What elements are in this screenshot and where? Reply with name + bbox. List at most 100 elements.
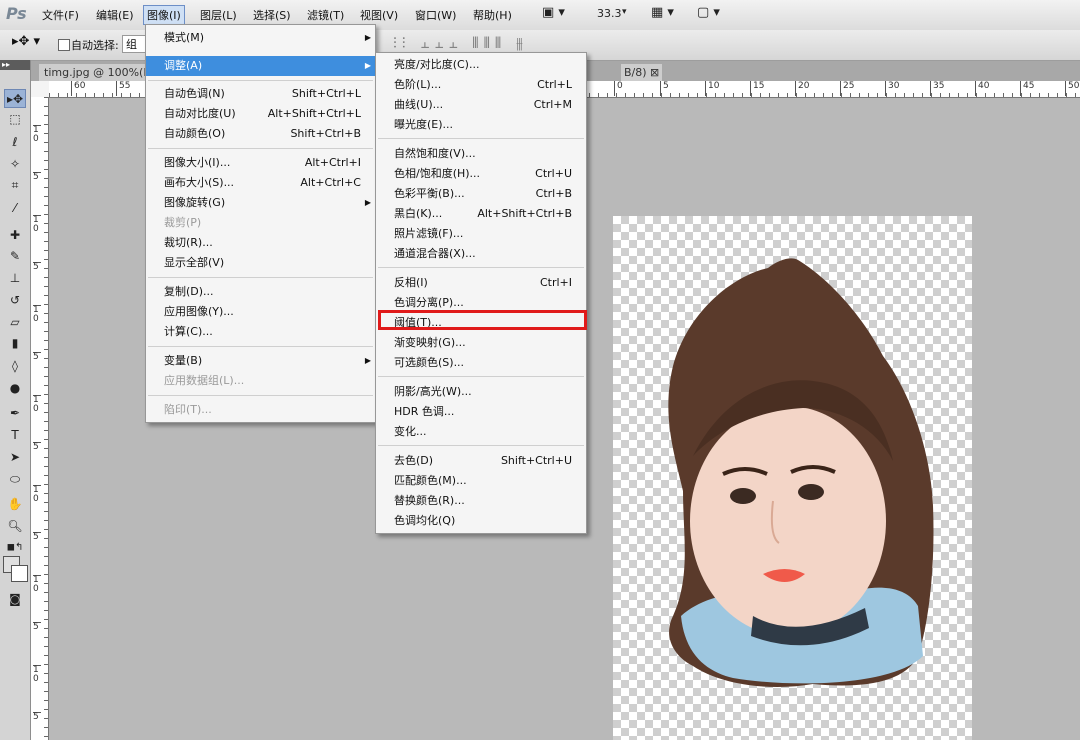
document-tab-tail[interactable]: B/8) ⊠ xyxy=(621,64,663,81)
menu-item-shortcut: Ctrl+I xyxy=(539,276,572,289)
history-brush-icon[interactable]: ↺ xyxy=(4,291,26,310)
vertical-ruler[interactable]: 1 0 5 1 0 5 1 0 5 1 0 5 1 0 5 1 0 5 1 0 … xyxy=(31,97,49,740)
document-canvas[interactable] xyxy=(613,216,972,740)
arrange-icon[interactable]: ▦ ▾ xyxy=(651,5,674,20)
align-distribute-icons[interactable]: ⫶⫶ ⫠⫠⫠ ⫴⫴⫴ ⫵ xyxy=(393,34,528,52)
swap-colors-icon[interactable]: ◼↰ xyxy=(4,538,26,557)
menu-item-shortcut: Shift+Ctrl+U xyxy=(500,454,572,467)
menu-item-photo-filter[interactable]: 照片滤镜(F)... xyxy=(376,224,586,244)
menu-layer[interactable]: 图层(L) xyxy=(198,7,239,23)
quick-mask-icon[interactable]: ◙ xyxy=(4,590,26,609)
type-tool-icon[interactable]: T xyxy=(4,426,26,445)
menu-item-mode[interactable]: 模式(M) ▶ xyxy=(146,28,375,48)
menu-item-replace-color[interactable]: 替换颜色(R)... xyxy=(376,491,586,511)
ruler-tick: 1 0 xyxy=(33,305,41,324)
eraser-tool-icon[interactable]: ▱ xyxy=(4,313,26,332)
document-tab[interactable]: timg.jpg @ 100%(R xyxy=(39,64,156,81)
menu-item-black-white[interactable]: 黑白(K)... Alt+Shift+Ctrl+B xyxy=(376,204,586,224)
menu-item-exposure[interactable]: 曝光度(E)... xyxy=(376,115,586,135)
healing-brush-icon[interactable]: ✚ xyxy=(4,226,26,245)
menu-item-vibrance[interactable]: 自然饱和度(V)... xyxy=(376,144,586,164)
background-color-swatch[interactable] xyxy=(11,565,28,582)
menu-item-auto-tone[interactable]: 自动色调(N) Shift+Ctrl+L xyxy=(146,84,375,104)
dodge-tool-icon[interactable]: ● xyxy=(4,379,26,398)
menu-item-auto-contrast[interactable]: 自动对比度(U) Alt+Shift+Ctrl+L xyxy=(146,104,375,124)
menu-item-match-color[interactable]: 匹配颜色(M)... xyxy=(376,471,586,491)
menu-item-label: 调整(A) xyxy=(164,59,203,72)
submenu-arrow-icon: ▶ xyxy=(364,198,371,207)
ruler-tick: 25 xyxy=(840,81,854,96)
menu-item-selective-color[interactable]: 可选颜色(S)... xyxy=(376,353,586,373)
ruler-tick: 0 xyxy=(614,81,623,96)
auto-select-checkbox[interactable] xyxy=(58,39,70,51)
menu-item-calculations[interactable]: 计算(C)... xyxy=(146,322,375,342)
gradient-tool-icon[interactable]: ▮ xyxy=(4,334,26,353)
menu-item-hue-saturation[interactable]: 色相/饱和度(H)... Ctrl+U xyxy=(376,164,586,184)
menu-view[interactable]: 视图(V) xyxy=(358,7,400,23)
zoom-value[interactable]: 33.3 xyxy=(597,7,622,20)
menu-item-threshold[interactable]: 阈值(T)... xyxy=(376,313,586,333)
crop-tool-icon[interactable]: ⌗ xyxy=(4,176,26,195)
ruler-tick: 5 xyxy=(33,532,41,542)
menu-item-label: 反相(I) xyxy=(394,276,428,289)
eyedropper-icon[interactable]: ⁄ xyxy=(4,199,26,218)
ruler-origin[interactable] xyxy=(31,81,50,98)
menu-item-label: 自动颜色(O) xyxy=(164,127,226,140)
menu-item-variations[interactable]: 变化... xyxy=(376,422,586,442)
menu-item-auto-color[interactable]: 自动颜色(O) Shift+Ctrl+B xyxy=(146,124,375,144)
document-tab-mode: B/8) xyxy=(624,66,647,79)
shape-tool-icon[interactable]: ⬭ xyxy=(4,470,26,489)
screen-mode-icon[interactable]: ▣ ▾ xyxy=(542,5,565,20)
lasso-tool-icon[interactable]: ℓ xyxy=(4,133,26,152)
menu-item-desaturate[interactable]: 去色(D) Shift+Ctrl+U xyxy=(376,451,586,471)
clone-stamp-icon[interactable]: ⊥ xyxy=(4,269,26,288)
menu-file[interactable]: 文件(F) xyxy=(40,7,81,23)
menu-item-channel-mixer[interactable]: 通道混合器(X)... xyxy=(376,244,586,264)
quick-select-icon[interactable]: ✧ xyxy=(4,155,26,174)
menu-item-brightness-contrast[interactable]: 亮度/对比度(C)... xyxy=(376,55,586,75)
menu-item-canvas-size[interactable]: 画布大小(S)... Alt+Ctrl+C xyxy=(146,173,375,193)
zoom-tool-icon[interactable]: 🔍︎ xyxy=(4,517,26,536)
menu-image[interactable]: 图像(I) xyxy=(143,5,185,25)
menu-select[interactable]: 选择(S) xyxy=(251,7,293,23)
menu-item-equalize[interactable]: 色调均化(Q) xyxy=(376,511,586,531)
menu-item-gradient-map[interactable]: 渐变映射(G)... xyxy=(376,333,586,353)
close-icon[interactable]: ⊠ xyxy=(650,66,659,79)
menu-item-label: 变化... xyxy=(394,425,427,438)
menu-item-shortcut: Alt+Shift+Ctrl+L xyxy=(267,107,361,120)
menu-help[interactable]: 帮助(H) xyxy=(471,7,514,23)
menu-item-image-size[interactable]: 图像大小(I)... Alt+Ctrl+I xyxy=(146,153,375,173)
menu-item-variables[interactable]: 变量(B) ▶ xyxy=(146,351,375,371)
pen-tool-icon[interactable]: ✒ xyxy=(4,404,26,423)
move-tool-icon[interactable]: ▸✥ xyxy=(4,89,26,108)
marquee-tool-icon[interactable]: ⬚ xyxy=(4,110,26,129)
menu-item-reveal-all[interactable]: 显示全部(V) xyxy=(146,253,375,273)
blur-tool-icon[interactable]: ◊ xyxy=(4,357,26,376)
hand-tool-icon[interactable]: ✋ xyxy=(4,495,26,514)
menu-item-label: 裁剪(P) xyxy=(164,216,202,229)
menu-window[interactable]: 窗口(W) xyxy=(413,7,458,23)
menu-filter[interactable]: 滤镜(T) xyxy=(305,7,346,23)
brush-tool-icon[interactable]: ✎ xyxy=(4,247,26,266)
menu-item-label: 曲线(U)... xyxy=(394,98,444,111)
ruler-tick: 45 xyxy=(1020,81,1034,96)
menu-item-duplicate[interactable]: 复制(D)... xyxy=(146,282,375,302)
menu-item-invert[interactable]: 反相(I) Ctrl+I xyxy=(376,273,586,293)
menu-item-image-rotation[interactable]: 图像旋转(G) ▶ xyxy=(146,193,375,213)
menu-item-levels[interactable]: 色阶(L)... Ctrl+L xyxy=(376,75,586,95)
menu-item-color-balance[interactable]: 色彩平衡(B)... Ctrl+B xyxy=(376,184,586,204)
menu-edit[interactable]: 编辑(E) xyxy=(94,7,136,23)
screen-fit-icon[interactable]: ▢ ▾ xyxy=(697,5,720,20)
menu-item-adjustments[interactable]: 调整(A) ▶ xyxy=(146,56,375,76)
move-tool-preset-icon[interactable]: ▸✥ ▾ xyxy=(12,34,40,49)
menu-item-trim[interactable]: 裁切(R)... xyxy=(146,233,375,253)
menu-item-label: 自动色调(N) xyxy=(164,87,225,100)
menu-item-curves[interactable]: 曲线(U)... Ctrl+M xyxy=(376,95,586,115)
menu-separator xyxy=(378,138,584,139)
menu-item-posterize[interactable]: 色调分离(P)... xyxy=(376,293,586,313)
path-select-icon[interactable]: ➤ xyxy=(4,448,26,467)
zoom-dropdown-icon[interactable]: ▾ xyxy=(622,7,627,17)
menu-item-hdr-toning[interactable]: HDR 色调... xyxy=(376,402,586,422)
menu-item-apply-image[interactable]: 应用图像(Y)... xyxy=(146,302,375,322)
menu-item-shadows-highlights[interactable]: 阴影/高光(W)... xyxy=(376,382,586,402)
